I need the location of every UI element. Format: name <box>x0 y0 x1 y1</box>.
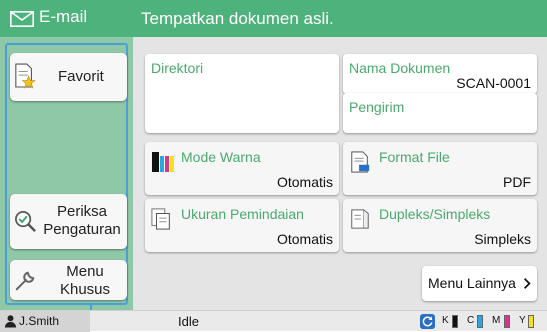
check-settings-button[interactable]: Periksa Pengaturan <box>10 194 127 249</box>
sender-label: Pengirim <box>349 99 405 115</box>
directory-button[interactable]: Direktori <box>145 54 339 133</box>
directory-label: Direktori <box>151 60 204 76</box>
sender-button[interactable]: Pengirim <box>343 93 537 133</box>
custom-menu-button[interactable]: Menu Khusus <box>10 260 127 300</box>
wrench-icon <box>15 271 35 291</box>
custom-menu-label: Menu Khusus <box>59 263 111 298</box>
refresh-icon[interactable] <box>420 314 435 329</box>
scan-size-value: Otomatis <box>276 231 333 247</box>
scan-size-label: Ukuran Pemindaian <box>181 206 304 222</box>
color-mode-icon <box>152 152 174 172</box>
toner-c-bar <box>477 315 483 328</box>
document-name-label: Nama Dokumen <box>349 60 451 76</box>
file-format-label: Format File <box>379 149 450 165</box>
duplex-icon <box>351 209 369 229</box>
user-icon <box>4 315 17 328</box>
favorites-button[interactable]: Favorit <box>10 53 127 101</box>
more-menu-label: Menu Lainnya <box>428 275 516 291</box>
status-bar: J.Smith Idle K C M Y <box>0 310 547 332</box>
toner-y-label: Y <box>519 315 526 326</box>
file-format-button[interactable]: Format File PDF <box>343 142 537 195</box>
duplex-button[interactable]: Dupleks/Simpleks Simpleks <box>343 199 537 252</box>
file-format-icon <box>351 151 370 173</box>
more-menu-button[interactable]: Menu Lainnya <box>422 266 537 301</box>
favorite-star-icon <box>15 63 36 89</box>
favorites-label: Favorit <box>58 68 104 85</box>
toner-m-label: M <box>492 315 501 326</box>
duplex-label: Dupleks/Simpleks <box>379 206 491 222</box>
instruction-message: Tempatkan dokumen asli. <box>141 9 334 28</box>
toner-k-bar <box>452 315 458 328</box>
scan-size-icon <box>151 208 170 230</box>
toner-k-label: K <box>442 315 449 326</box>
envelope-icon <box>10 11 34 27</box>
machine-status: Idle <box>178 314 199 329</box>
message-header: Tempatkan dokumen asli. <box>133 0 547 37</box>
left-panel: E-mail Favorit Periksa Pengaturan Menu K… <box>0 0 133 310</box>
file-format-value: PDF <box>503 174 531 190</box>
app-title: E-mail <box>39 7 88 26</box>
user-indicator[interactable]: J.Smith <box>0 311 90 332</box>
toner-c-label: C <box>467 315 475 326</box>
toner-y-bar <box>528 315 534 328</box>
magnifier-check-icon <box>15 211 36 232</box>
chevron-right-icon <box>523 278 531 289</box>
scan-size-button[interactable]: Ukuran Pemindaian Otomatis <box>145 199 339 252</box>
toner-m-bar <box>504 315 510 328</box>
settings-area: Direktori Nama Dokumen SCAN-0001 Pengiri… <box>133 37 547 310</box>
document-name-button[interactable]: Nama Dokumen SCAN-0001 <box>343 54 537 94</box>
app-header: E-mail <box>0 0 133 37</box>
document-name-value: SCAN-0001 <box>456 75 531 91</box>
color-mode-label: Mode Warna <box>181 149 261 165</box>
check-settings-label: Periksa Pengaturan <box>43 203 121 238</box>
color-mode-button[interactable]: Mode Warna Otomatis <box>145 142 339 195</box>
user-name: J.Smith <box>19 314 60 328</box>
duplex-value: Simpleks <box>474 231 531 247</box>
color-mode-value: Otomatis <box>276 174 333 190</box>
